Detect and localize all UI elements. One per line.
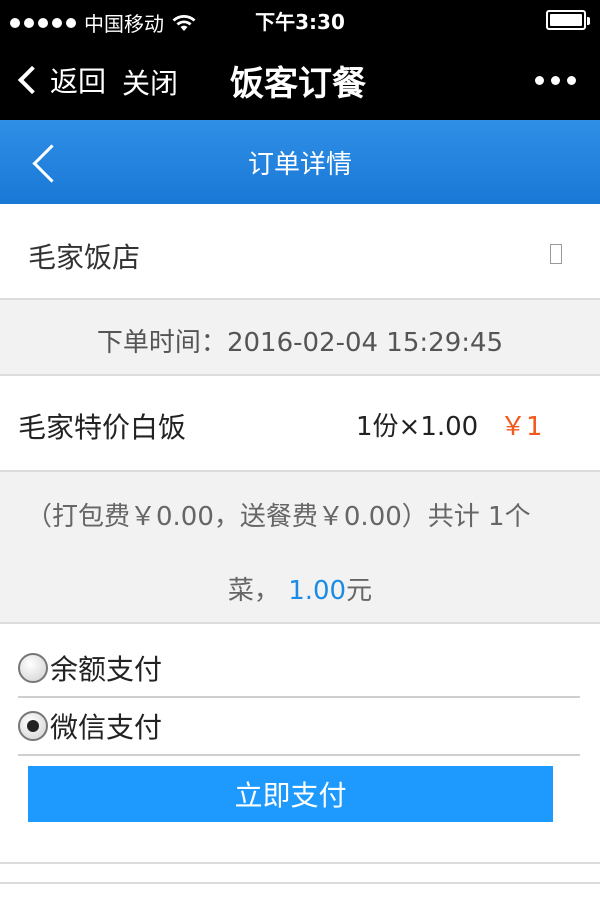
item-quantity: 1份×1.00 (356, 412, 479, 442)
wechat-nav-bar: 返回 关闭 饭客订餐 (0, 40, 600, 120)
page-header: 订单详情 (0, 120, 600, 204)
radio-checked-icon[interactable] (18, 711, 48, 741)
order-time-row: 下单时间：2016-02-04 15:29:45 (0, 300, 600, 376)
pay-option-label: 余额支付 (50, 653, 163, 686)
nav-back-button[interactable]: 返回 (16, 60, 106, 100)
status-time: 下午3:30 (255, 10, 345, 34)
page-title: 订单详情 (247, 150, 352, 180)
order-time-label: 下单时间： (96, 328, 227, 358)
summary-total: 菜， 1.00元 (0, 570, 600, 607)
order-time-value: 2016-02-04 15:29:45 (226, 328, 504, 358)
shop-name: 毛家饭店 (28, 241, 141, 274)
nav-close-button[interactable]: 关闭 (122, 62, 178, 102)
item-price: ￥1 (500, 412, 543, 442)
pay-option-wechat[interactable]: 微信支付 (18, 698, 580, 756)
summary-unit: 元 (346, 576, 373, 606)
nav-back-label: 返回 (50, 65, 107, 98)
pay-option-balance[interactable]: 余额支付 (18, 640, 580, 698)
divider (0, 882, 600, 884)
status-bar: 中国移动 下午3:30 (0, 0, 600, 40)
order-item-row: 毛家特价白饭 1份×1.00 ￥1 (0, 376, 600, 472)
radio-unchecked-icon[interactable] (18, 653, 48, 683)
summary-amount: 1.00 (288, 576, 347, 606)
pay-now-button[interactable]: 立即支付 (28, 766, 553, 822)
pay-option-label: 微信支付 (50, 711, 163, 744)
more-options-button[interactable] (535, 76, 576, 85)
chevron-left-icon (17, 65, 47, 95)
summary-fees: （打包费￥0.00，送餐费￥0.00）共计 1个 (26, 502, 531, 532)
more-dots-icon (535, 76, 544, 85)
nav-title: 饭客订餐 (230, 64, 366, 104)
placeholder-icon (550, 244, 562, 264)
battery-icon (546, 10, 590, 30)
order-summary: （打包费￥0.00，送餐费￥0.00）共计 1个 菜， 1.00元 (0, 472, 600, 624)
shop-row[interactable]: 毛家饭店 (0, 204, 600, 300)
item-name: 毛家特价白饭 (18, 411, 187, 444)
summary-prefix: 菜， (227, 576, 280, 606)
divider (0, 862, 600, 864)
order-time: 下单时间：2016-02-04 15:29:45 (0, 322, 600, 359)
